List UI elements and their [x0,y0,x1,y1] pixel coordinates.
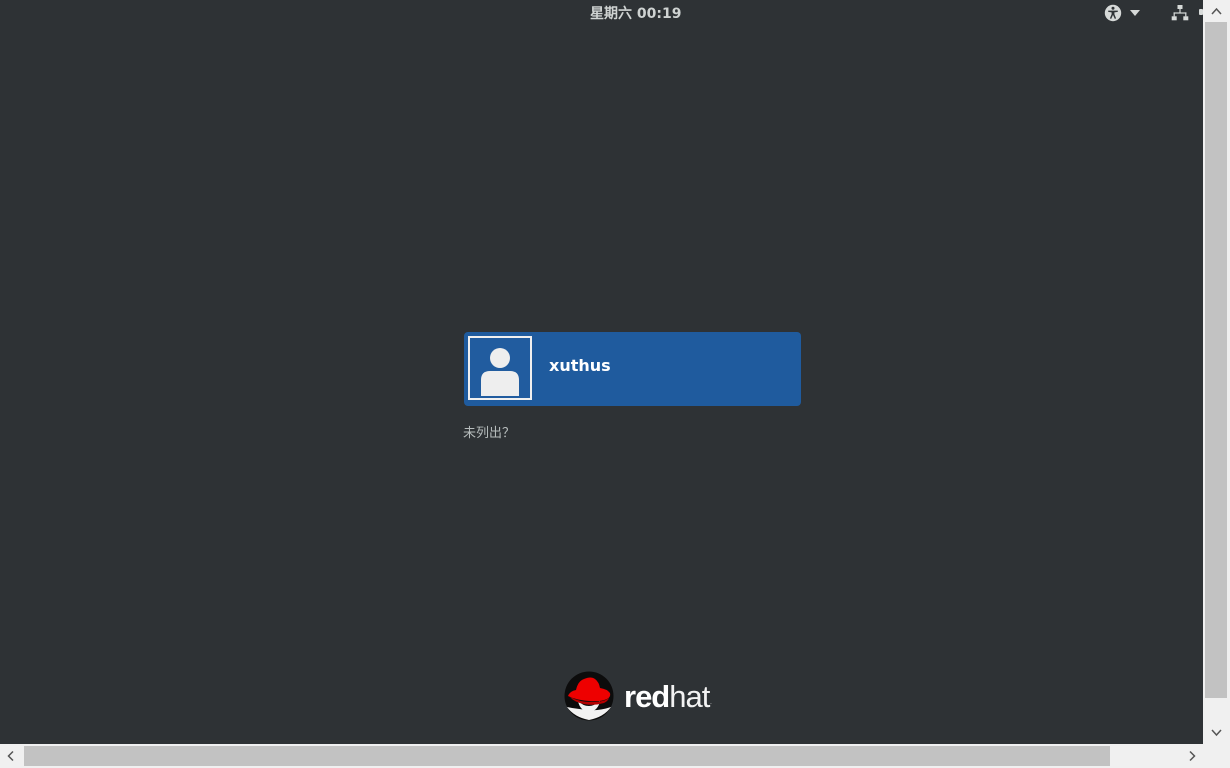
scrollbar-corner [1203,744,1230,768]
chevron-up-icon [1211,7,1222,15]
not-listed-link[interactable]: 未列出？ [463,422,515,441]
accessibility-icon [1104,4,1122,22]
chevron-left-icon [7,750,14,762]
chevron-down-icon [1211,729,1222,737]
horizontal-scroll-thumb[interactable] [24,746,1110,766]
trademark-mark: . [710,699,712,706]
user-avatar [468,336,532,400]
user-name: xuthus [549,356,611,375]
vertical-scrollbar[interactable] [1203,0,1230,744]
login-screen: 星期六 00:19 xuthus 未列出？ redhat . [0,0,1203,744]
clock[interactable]: 星期六 00:19 [590,3,681,23]
top-bar: 星期六 00:19 [0,0,1203,26]
scroll-down-button[interactable] [1203,722,1230,744]
vertical-scroll-thumb[interactable] [1205,22,1227,698]
scroll-right-button[interactable] [1181,744,1203,768]
scroll-up-button[interactable] [1203,0,1230,22]
wordmark-hat: hat [669,679,710,714]
accessibility-menu-button[interactable] [1102,3,1144,23]
horizontal-scrollbar[interactable] [0,744,1203,768]
chevron-down-icon [1130,10,1140,16]
redhat-logo: redhat . [564,671,724,721]
wordmark-red: red [624,679,670,714]
redhat-shadowman-logo [564,671,614,721]
user-avatar-icon [470,338,530,398]
redhat-wordmark: redhat [624,679,710,715]
chevron-right-icon [1189,750,1196,762]
scroll-left-button[interactable] [0,744,22,768]
user-list-item[interactable]: xuthus [464,332,801,406]
network-wired-icon[interactable] [1171,4,1189,22]
